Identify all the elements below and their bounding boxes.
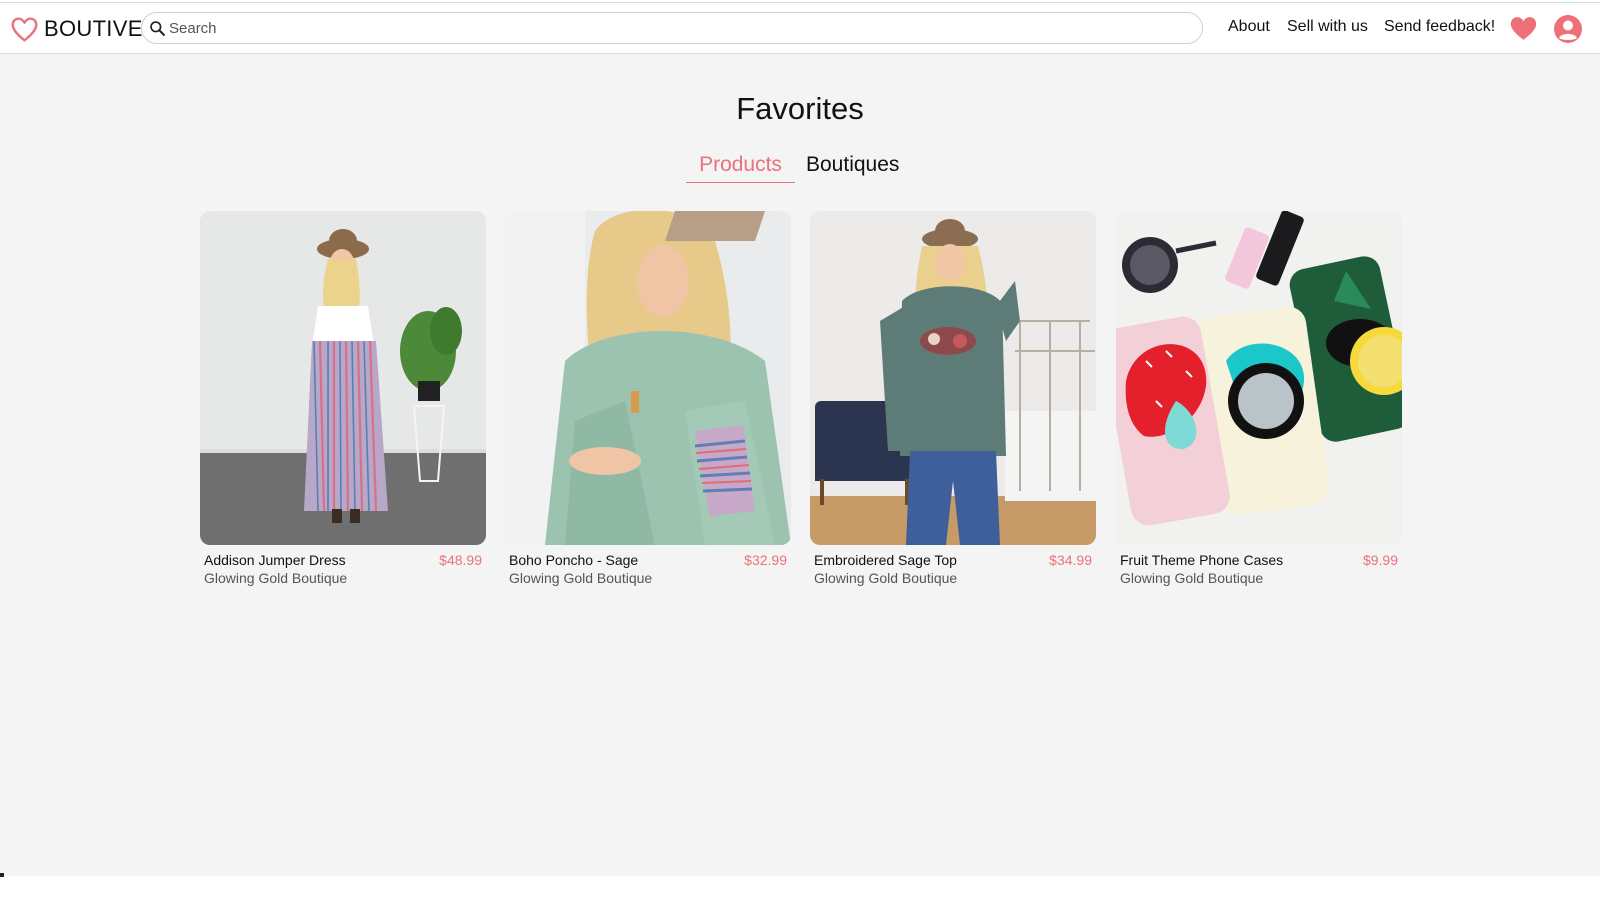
window-corner xyxy=(0,873,4,877)
product-boutique[interactable]: Glowing Gold Boutique xyxy=(1120,570,1398,586)
tab-boutiques[interactable]: Boutiques xyxy=(806,153,899,177)
product-image[interactable] xyxy=(1116,211,1402,545)
page-title: Favorites xyxy=(736,91,864,126)
product-price: $34.99 xyxy=(1049,552,1092,568)
product-card[interactable]: Fruit Theme Phone Cases Glowing Gold Bou… xyxy=(1116,211,1402,586)
boho-poncho-photo xyxy=(505,211,791,545)
product-boutique[interactable]: Glowing Gold Boutique xyxy=(814,570,1092,586)
brand-name: BOUTIVE xyxy=(44,16,143,41)
nav-about-link[interactable]: About xyxy=(1228,18,1270,40)
product-image[interactable] xyxy=(810,211,1096,545)
product-meta: Boho Poncho - Sage Glowing Gold Boutique… xyxy=(505,545,791,586)
product-meta: Fruit Theme Phone Cases Glowing Gold Bou… xyxy=(1116,545,1402,586)
product-image[interactable] xyxy=(505,211,791,545)
app-window: BOUTIVE About Sell with us Send feedback… xyxy=(0,2,1600,876)
product-boutique[interactable]: Glowing Gold Boutique xyxy=(509,570,787,586)
nav-send-feedback-link[interactable]: Send feedback! xyxy=(1384,18,1495,40)
embroidered-top-photo xyxy=(810,211,1096,545)
product-price: $32.99 xyxy=(744,552,787,568)
product-image[interactable] xyxy=(200,211,486,545)
search-icon xyxy=(150,20,165,36)
product-boutique[interactable]: Glowing Gold Boutique xyxy=(204,570,482,586)
jumper-dress-photo xyxy=(200,211,486,545)
window-bottom-edge xyxy=(0,876,1600,900)
nav-sell-with-us-link[interactable]: Sell with us xyxy=(1287,18,1368,40)
user-circle-icon[interactable] xyxy=(1553,14,1583,44)
heart-filled-icon[interactable] xyxy=(1509,15,1538,41)
product-price: $9.99 xyxy=(1362,552,1398,568)
search-bar[interactable] xyxy=(141,12,1203,44)
product-grid: Addison Jumper Dress Glowing Gold Boutiq… xyxy=(200,211,1402,591)
product-meta: Addison Jumper Dress Glowing Gold Boutiq… xyxy=(200,545,486,586)
product-card[interactable]: Embroidered Sage Top Glowing Gold Boutiq… xyxy=(810,211,1096,586)
product-meta: Embroidered Sage Top Glowing Gold Boutiq… xyxy=(810,545,1096,586)
product-card[interactable]: Addison Jumper Dress Glowing Gold Boutiq… xyxy=(200,211,486,586)
heart-outline-icon xyxy=(11,16,38,42)
phone-cases-photo xyxy=(1116,211,1402,545)
product-name[interactable]: Fruit Theme Phone Cases xyxy=(1120,552,1398,568)
top-navigation-bar: BOUTIVE About Sell with us Send feedback… xyxy=(0,3,1600,54)
tab-products[interactable]: Products xyxy=(686,153,795,183)
brand-logo[interactable]: BOUTIVE xyxy=(10,13,143,45)
product-card[interactable]: Boho Poncho - Sage Glowing Gold Boutique… xyxy=(505,211,791,586)
search-input[interactable] xyxy=(169,19,1149,37)
product-price: $48.99 xyxy=(439,552,482,568)
